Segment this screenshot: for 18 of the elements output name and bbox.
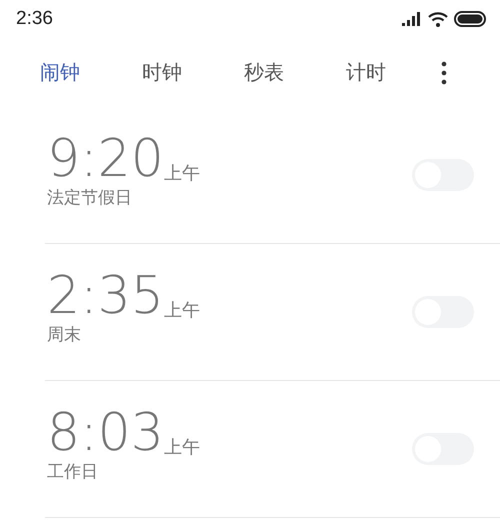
alarm-label: 法定节假日 [47,187,133,209]
alarm-label: 工作日 [47,461,99,483]
signal-icon [402,12,422,26]
tab[interactable]: 秒表 [239,58,289,88]
alarm-label: 周末 [47,324,82,346]
tab[interactable]: 闹钟 [35,58,85,88]
more-icon[interactable] [441,60,447,84]
wifi-icon [428,12,448,26]
alarm-time: 2:35 [47,271,164,321]
status-time: 2:36 [16,6,53,31]
alarm-period: 上午 [164,299,200,321]
tab[interactable]: 计时 [341,58,391,88]
battery-icon [454,11,486,27]
tab[interactable]: 时钟 [137,58,187,88]
alarm-time: 9:20 [47,134,164,184]
alarm-period: 上午 [164,436,200,458]
alarm-time: 8:03 [47,408,164,458]
alarm-period: 上午 [164,162,200,184]
